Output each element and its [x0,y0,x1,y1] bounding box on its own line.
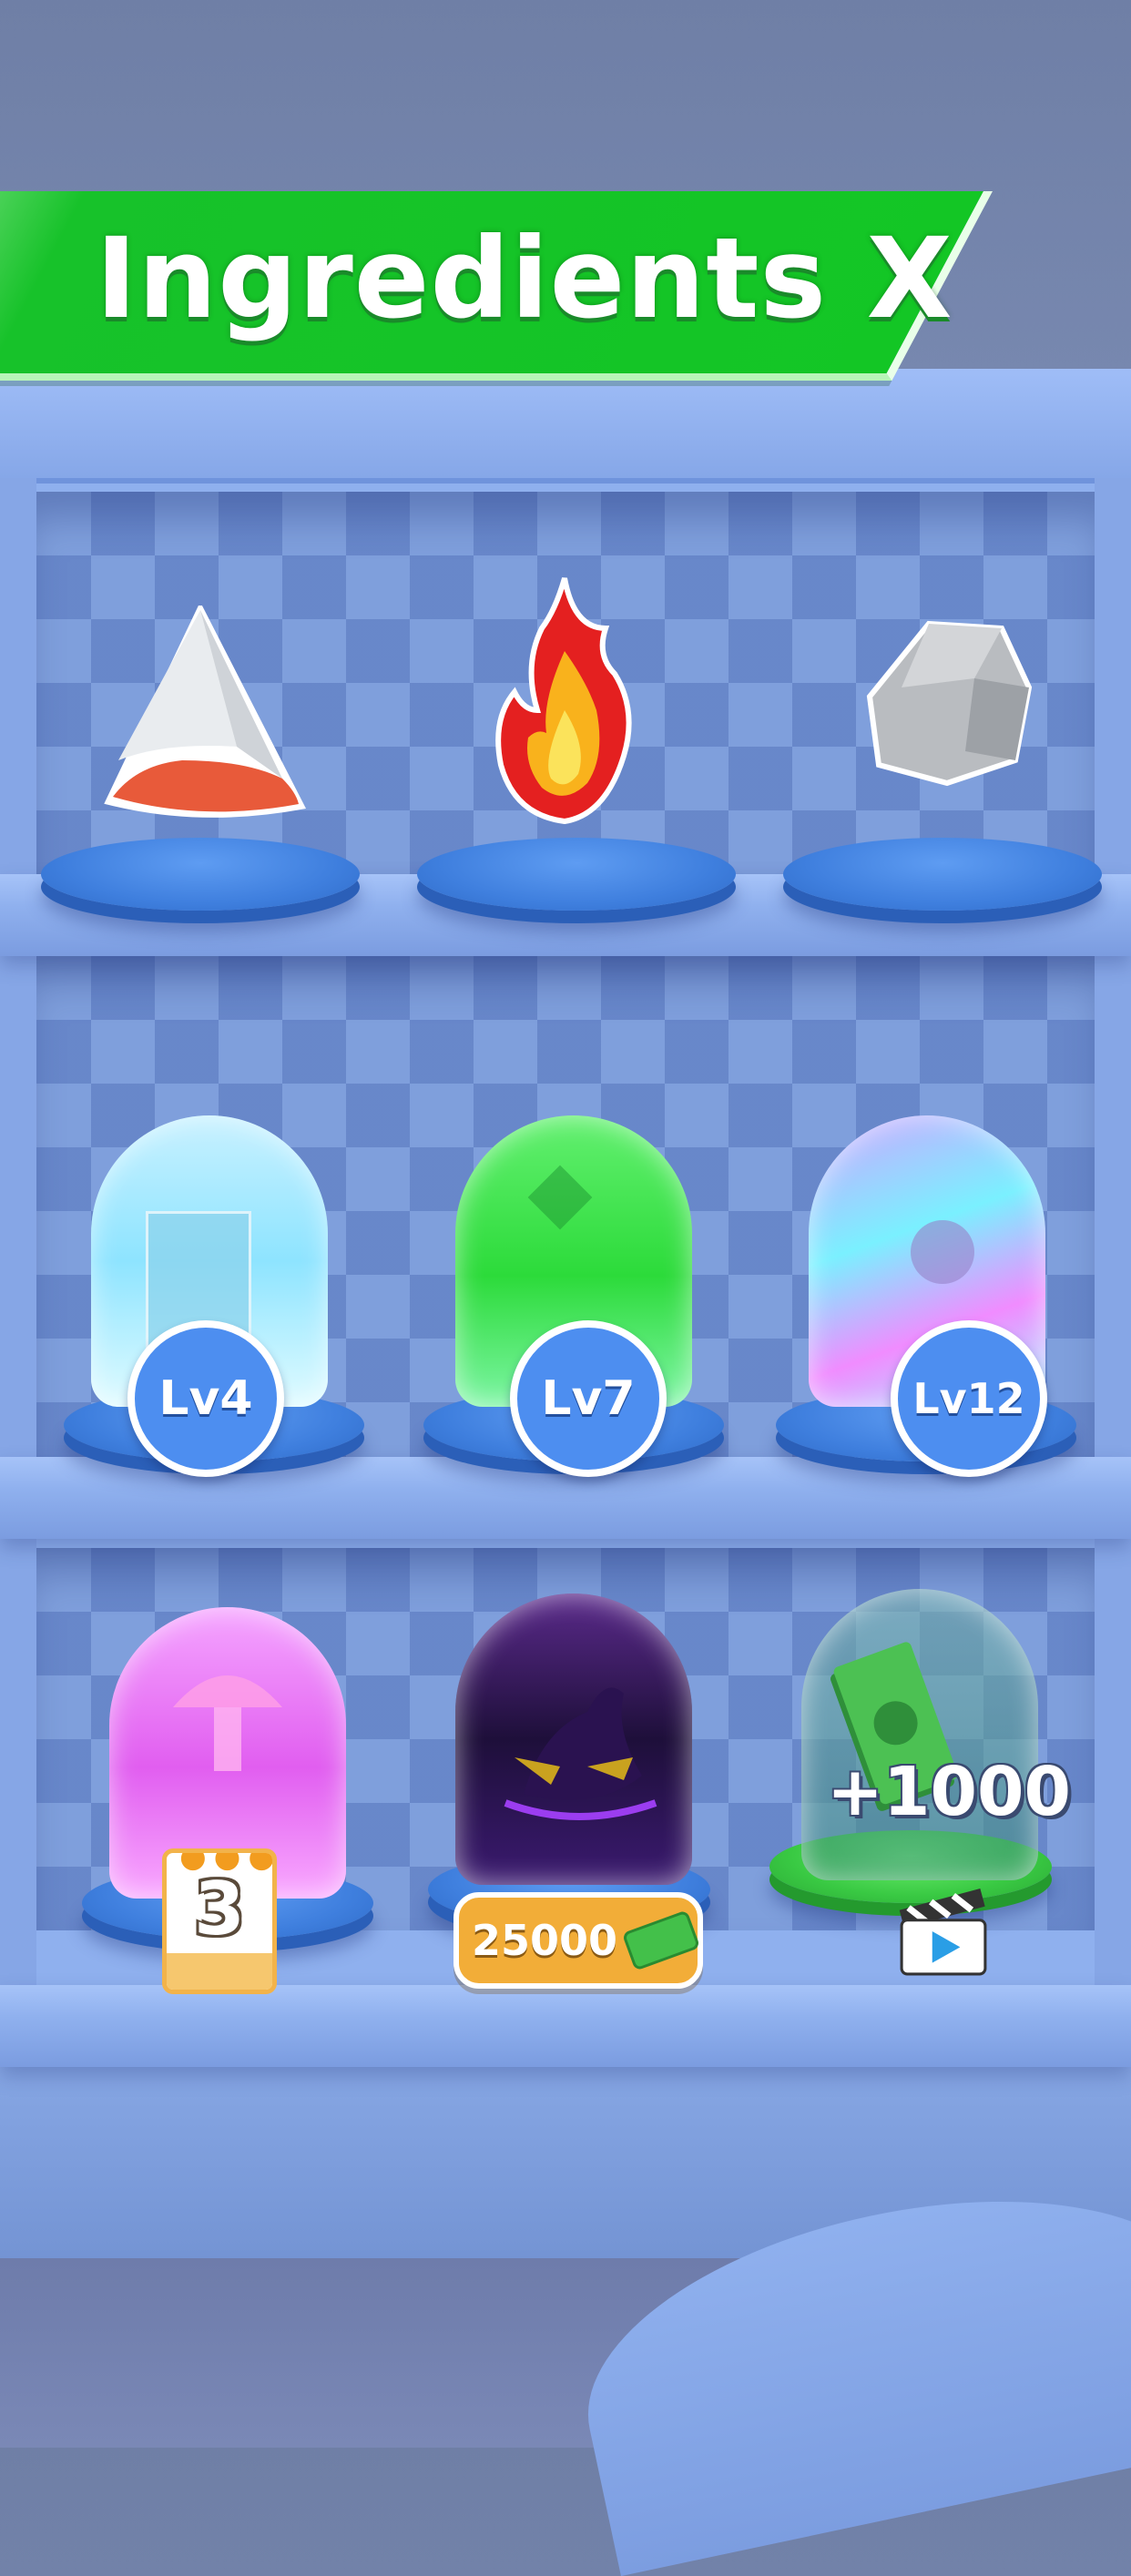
mystery-icon [504,1687,657,1820]
reward-amount: +1000 [827,1753,1071,1831]
pedestal-1-1[interactable] [41,838,360,911]
shelf-board-3 [0,1985,1131,2067]
fire-icon[interactable] [487,574,642,829]
buy-button[interactable]: 25000 [453,1892,703,1989]
cash-icon [621,1909,701,1971]
level-badge-lv12: Lv12 [891,1320,1047,1477]
pedestal-1-3[interactable] [783,838,1102,911]
video-icon[interactable] [897,1885,990,1978]
tooth-icon[interactable] [100,606,310,824]
eye-icon [911,1220,974,1284]
pedestal-1-2[interactable] [417,838,736,911]
calendar-days: 3 [194,1867,245,1951]
level-badge-lv7: Lv7 [510,1320,667,1477]
price-label: 25000 [472,1916,618,1965]
cabinet-top [0,369,1131,484]
cabinet-side-left [0,478,36,2053]
stone-icon[interactable] [865,615,1038,788]
level-badge-lv4: Lv4 [127,1320,284,1477]
cabinet-side-right [1095,478,1131,2053]
mushroom-icon [173,1675,282,1771]
page-title: Ingredients X [96,214,953,343]
